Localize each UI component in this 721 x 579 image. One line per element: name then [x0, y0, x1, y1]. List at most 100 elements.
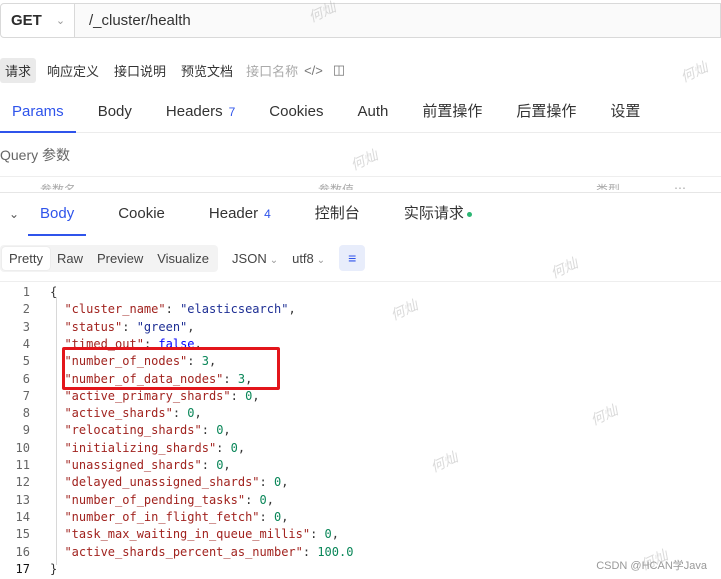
- url-input[interactable]: /_cluster/health: [75, 3, 721, 38]
- column-header: 参数值: [318, 183, 355, 190]
- url-bar: GET ⌄ /_cluster/health: [0, 3, 721, 38]
- action-api-description[interactable]: 接口说明: [110, 58, 170, 83]
- tab-label: Cookies: [269, 103, 324, 120]
- tab-params[interactable]: Params: [0, 93, 76, 133]
- tab-label: 后置操作: [516, 103, 577, 120]
- response-view-bar: Pretty Raw Preview Visualize JSON ⌄ utf8 ⌄…: [0, 244, 366, 272]
- tab-console[interactable]: 控制台: [303, 196, 372, 236]
- tab-body[interactable]: Body: [86, 93, 144, 133]
- tab-post-actions[interactable]: 后置操作: [504, 93, 588, 133]
- line-number: 5: [22, 354, 30, 369]
- request-actions: 请求 响应定义 接口说明 预览文档 接口名称 </> ◫: [0, 57, 355, 83]
- panel-divider[interactable]: [0, 192, 721, 193]
- word-wrap-icon[interactable]: ≡: [339, 245, 366, 271]
- count-badge: 4: [264, 207, 271, 221]
- line-number: 17: [15, 561, 30, 576]
- json-key: "task_max_waiting_in_queue_millis": [64, 527, 311, 542]
- response-code-editor[interactable]: 1{2 "cluster_name": "elasticsearch", 3 "s…: [0, 281, 721, 579]
- request-tabs: Params Body Headers 7 Cookies Auth 前置操作 后…: [0, 93, 721, 133]
- tab-label: Headers: [165, 103, 223, 120]
- json-key: "relocating_shards": [64, 423, 202, 438]
- tab-label: Cookie: [118, 205, 165, 222]
- json-value: 0: [230, 440, 238, 455]
- more-icon[interactable]: ⋯: [674, 181, 686, 190]
- tab-response-body[interactable]: Body: [28, 196, 87, 236]
- json-key: "cluster_name": [64, 302, 166, 317]
- annotation-highlight-box: [62, 347, 280, 390]
- view-visualize[interactable]: Visualize: [150, 247, 216, 270]
- json-value: 0: [324, 527, 332, 542]
- tab-label: 设置: [610, 103, 641, 120]
- action-request[interactable]: 请求: [0, 57, 37, 83]
- json-value: 0: [187, 406, 195, 421]
- line-number: 3: [22, 319, 30, 334]
- line-number: 8: [22, 406, 30, 421]
- tab-label: 实际请求: [403, 205, 464, 222]
- column-header: 参数名: [40, 183, 77, 190]
- watermark-text: 何灿: [547, 254, 581, 282]
- json-key: "unassigned_shards": [64, 458, 202, 472]
- tab-cookies[interactable]: Cookies: [257, 93, 335, 133]
- view-preview[interactable]: Preview: [90, 247, 150, 270]
- action-preview-doc[interactable]: 预览文档: [177, 58, 237, 83]
- line-number: 4: [22, 336, 30, 351]
- view-pretty[interactable]: Pretty: [2, 246, 50, 270]
- api-name-input[interactable]: 接口名称: [246, 61, 298, 80]
- code-line: 10 "initializing_shards": 0,: [0, 440, 246, 457]
- tab-label: 控制台: [314, 205, 360, 222]
- code-line: 1{: [0, 284, 57, 301]
- tab-response-cookie[interactable]: Cookie: [106, 196, 177, 236]
- line-number: 14: [15, 509, 30, 524]
- json-value: "green": [136, 319, 188, 334]
- view-raw[interactable]: Raw: [50, 247, 90, 270]
- method-label: GET: [11, 12, 42, 29]
- encoding-value: utf8: [292, 250, 314, 266]
- tab-label: Body: [97, 103, 132, 120]
- method-select[interactable]: GET ⌄: [0, 3, 75, 38]
- tab-headers[interactable]: Headers 7: [154, 93, 247, 133]
- response-tabs: ⌄ Body Cookie Header 4 控制台 实际请求: [0, 196, 721, 236]
- json-key: "delayed_unassigned_shards": [64, 475, 260, 490]
- json-value: "elasticsearch": [180, 302, 289, 317]
- chevron-down-icon: ⌄: [269, 254, 279, 266]
- view-mode-segmented: Pretty Raw Preview Visualize: [0, 244, 219, 272]
- tab-actual-request[interactable]: 实际请求: [392, 196, 484, 236]
- query-params-label: Query 参数: [0, 147, 71, 163]
- format-select[interactable]: JSON ⌄: [232, 251, 278, 266]
- column-header: 类型: [596, 183, 621, 190]
- tab-settings[interactable]: 设置: [598, 93, 652, 133]
- line-number: 6: [22, 371, 30, 386]
- collapse-chevron-icon[interactable]: ⌄: [0, 196, 28, 232]
- line-number: 12: [15, 475, 30, 490]
- tab-response-header[interactable]: Header 4: [197, 196, 283, 236]
- code-line: 11 "unassigned_shards": 0,: [0, 457, 231, 474]
- chevron-down-icon: ⌄: [55, 15, 66, 27]
- code-line: 2 "cluster_name": "elasticsearch",: [0, 301, 296, 318]
- json-key: "active_primary_shards": [64, 388, 231, 403]
- code-line: 14 "number_of_in_flight_fetch": 0,: [0, 509, 289, 526]
- indent-guide: [56, 297, 57, 565]
- tab-pre-actions[interactable]: 前置操作: [410, 93, 494, 133]
- line-number: 11: [15, 458, 30, 472]
- code-icon[interactable]: </>: [304, 63, 323, 78]
- code-line: 9 "relocating_shards": 0,: [0, 422, 231, 439]
- panel-toggle-icon[interactable]: ◫: [333, 62, 345, 78]
- line-number: 10: [15, 440, 30, 455]
- tab-auth[interactable]: Auth: [345, 93, 400, 133]
- code-line: 13 "number_of_pending_tasks": 0,: [0, 492, 274, 509]
- json-key: "number_of_in_flight_fetch": [64, 509, 260, 524]
- count-badge: 7: [228, 105, 236, 119]
- json-value: 0: [259, 492, 267, 507]
- tab-label: Header: [208, 205, 259, 222]
- line-number: 16: [15, 544, 30, 559]
- query-params-header: 参数名 参数值 类型 ⋯: [0, 176, 721, 190]
- code-line: 15 "task_max_waiting_in_queue_millis": 0…: [0, 526, 339, 543]
- tab-label: Body: [40, 205, 75, 222]
- code-line: 12 "delayed_unassigned_shards": 0,: [0, 474, 289, 491]
- line-number: 7: [22, 388, 30, 403]
- tab-label: 前置操作: [422, 103, 483, 120]
- encoding-select[interactable]: utf8 ⌄: [292, 251, 325, 266]
- format-value: JSON: [232, 250, 267, 266]
- action-response-definition[interactable]: 响应定义: [43, 58, 103, 83]
- json-key: "initializing_shards": [64, 440, 217, 455]
